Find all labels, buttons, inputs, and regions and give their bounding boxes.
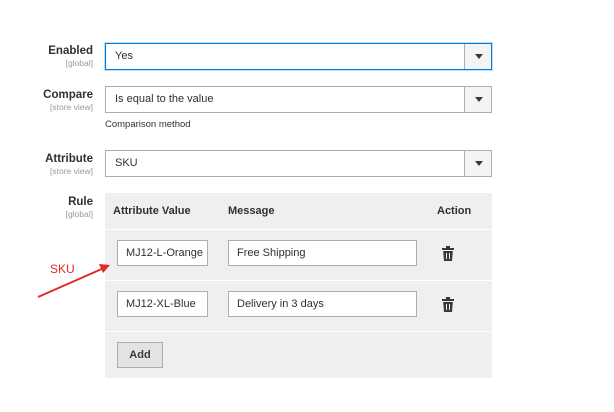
annotation-arrow-icon [37,264,110,298]
